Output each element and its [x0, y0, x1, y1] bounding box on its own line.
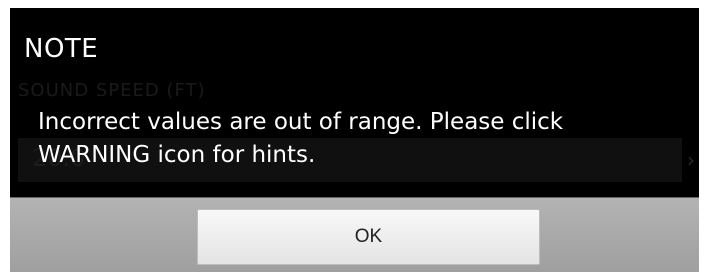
note-dialog: SOUND SPEED (FT) 20.0 › NOTE Incorrect v…	[10, 8, 699, 272]
background-field-label: SOUND SPEED (FT)	[18, 80, 206, 101]
screen: SOUND SPEED (FT) 20.0 › NOTE Incorrect v…	[0, 0, 709, 280]
dialog-message: Incorrect values are out of range. Pleas…	[38, 109, 564, 168]
dialog-button-bar: OK	[10, 197, 699, 272]
chevron-right-icon: ›	[687, 148, 695, 172]
dialog-title: NOTE	[24, 34, 99, 64]
ok-button[interactable]: OK	[197, 209, 540, 265]
